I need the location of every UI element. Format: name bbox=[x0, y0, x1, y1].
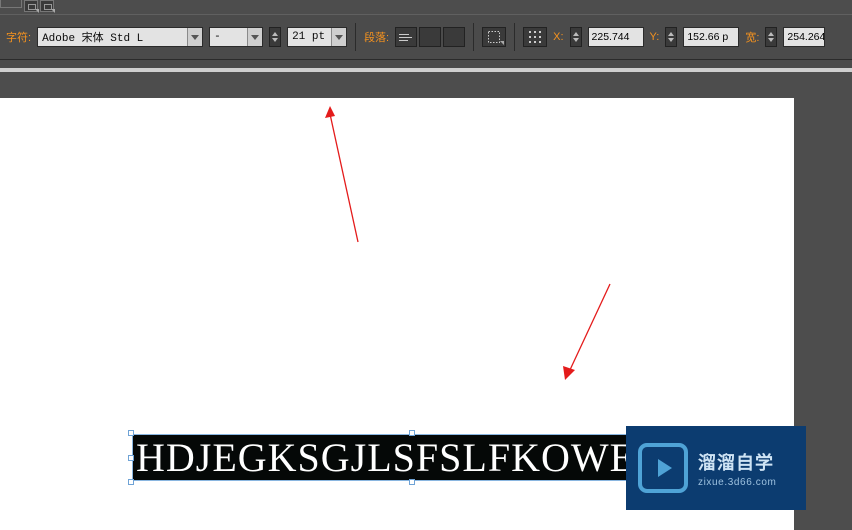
reference-point-button[interactable] bbox=[523, 27, 547, 47]
y-value-field[interactable]: 152.66 p bbox=[683, 27, 739, 47]
font-family-value: Adobe 宋体 Std L bbox=[38, 29, 187, 45]
chevron-down-icon[interactable] bbox=[331, 28, 346, 46]
screen-mode-icon[interactable] bbox=[40, 0, 54, 12]
separator bbox=[473, 23, 474, 51]
annotation-arrow-1 bbox=[320, 102, 380, 247]
x-spinner[interactable] bbox=[570, 27, 582, 47]
align-center-button[interactable] bbox=[419, 27, 441, 47]
resize-handle-bm[interactable] bbox=[409, 479, 415, 485]
align-right-button[interactable] bbox=[443, 27, 465, 47]
font-style-dropdown[interactable]: - bbox=[209, 27, 263, 47]
paragraph-label: 段落: bbox=[364, 27, 389, 47]
width-spinner[interactable] bbox=[765, 27, 777, 47]
font-style-value: - bbox=[210, 31, 247, 43]
resize-handle-tm[interactable] bbox=[409, 430, 415, 436]
ruler-stub bbox=[0, 68, 852, 72]
font-size-spinner[interactable] bbox=[269, 27, 281, 47]
top-toolbar bbox=[24, 0, 54, 12]
width-value: 254.264 bbox=[787, 31, 825, 43]
separator bbox=[355, 23, 356, 51]
top-strip bbox=[0, 0, 852, 14]
top-corner-stub bbox=[0, 0, 22, 8]
text-content[interactable]: HDJEGKSGJLSFSLFKOWEJE bbox=[136, 435, 677, 480]
chevron-down-icon[interactable] bbox=[247, 28, 262, 46]
x-label: X: bbox=[553, 31, 563, 43]
x-value: 225.744 bbox=[592, 31, 630, 43]
arrange-docs-icon[interactable] bbox=[24, 0, 38, 12]
fill-options-button[interactable] bbox=[482, 27, 506, 47]
watermark-url: zixue.3d66.com bbox=[698, 477, 776, 488]
align-left-button[interactable] bbox=[395, 27, 417, 47]
y-value: 152.66 p bbox=[687, 31, 728, 43]
app-root: 字符: Adobe 宋体 Std L - 21 pt 段落: bbox=[0, 0, 852, 530]
width-label: 宽: bbox=[745, 29, 759, 45]
y-spinner[interactable] bbox=[665, 27, 677, 47]
chevron-down-icon[interactable] bbox=[187, 28, 202, 46]
type-options-bar: 字符: Adobe 宋体 Std L - 21 pt 段落: bbox=[0, 14, 852, 60]
text-frame[interactable]: HDJEGKSGJLSFSLFKOWEJE bbox=[132, 434, 692, 481]
width-value-field[interactable]: 254.264 bbox=[783, 27, 825, 47]
resize-handle-bl[interactable] bbox=[128, 479, 134, 485]
play-icon bbox=[638, 443, 688, 493]
separator bbox=[514, 23, 515, 51]
watermark-title: 溜溜自学 bbox=[698, 449, 776, 475]
font-size-dropdown[interactable]: 21 pt bbox=[287, 27, 347, 47]
watermark: 溜溜自学 zixue.3d66.com bbox=[626, 426, 806, 510]
font-size-value: 21 pt bbox=[288, 31, 331, 43]
font-family-dropdown[interactable]: Adobe 宋体 Std L bbox=[37, 27, 203, 47]
x-value-field[interactable]: 225.744 bbox=[588, 27, 644, 47]
character-label: 字符: bbox=[6, 27, 31, 47]
y-label: Y: bbox=[650, 31, 660, 43]
annotation-arrow-2 bbox=[555, 278, 625, 388]
resize-handle-tl[interactable] bbox=[128, 430, 134, 436]
resize-handle-ml[interactable] bbox=[128, 455, 134, 461]
alignment-group bbox=[395, 27, 465, 47]
